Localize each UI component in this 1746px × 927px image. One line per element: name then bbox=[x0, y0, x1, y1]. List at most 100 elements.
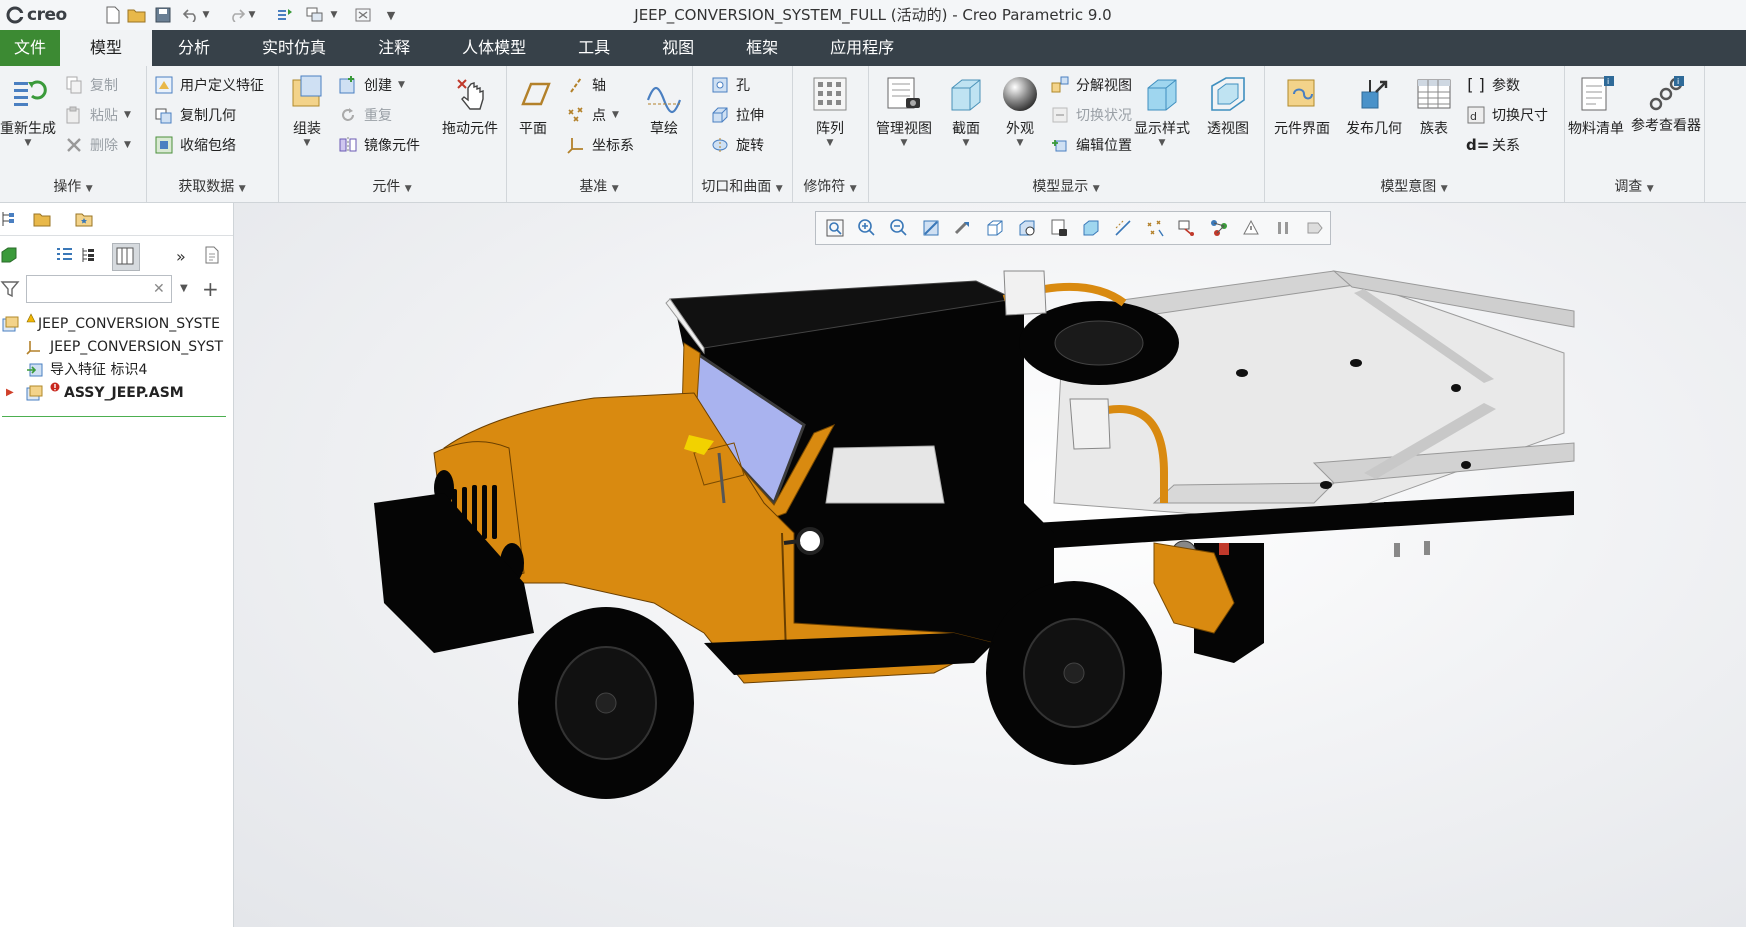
tree-item-assy-jeep[interactable]: ▶ ASSY_JEEP.ASM bbox=[0, 382, 230, 404]
jeep-model-render[interactable] bbox=[234, 203, 1746, 927]
parameters-button[interactable]: [ ] 参数 bbox=[1466, 74, 1520, 96]
group-label-operations[interactable]: 操作 ▼ bbox=[0, 176, 146, 196]
more-chevron-icon[interactable]: » bbox=[176, 247, 196, 267]
group-label-datum[interactable]: 基准 ▼ bbox=[506, 176, 692, 196]
graphics-viewport[interactable] bbox=[234, 203, 1746, 927]
tab-annotate[interactable]: 注释 bbox=[352, 30, 436, 66]
datum-display-filters-icon[interactable] bbox=[1140, 214, 1170, 242]
copy-button[interactable]: 复制 bbox=[64, 74, 118, 96]
revolve-button[interactable]: 旋转 bbox=[710, 134, 764, 156]
tree-item-csys[interactable]: JEEP_CONVERSION_SYST bbox=[0, 336, 230, 358]
create-dropdown-icon[interactable]: ▼ bbox=[398, 80, 405, 90]
favorites-tab-icon[interactable] bbox=[74, 209, 94, 229]
tree-item-import-feature[interactable]: 导入特征 标识4 bbox=[0, 359, 230, 381]
tab-live-simulation[interactable]: 实时仿真 bbox=[236, 30, 352, 66]
tree-layout-toggle-icon[interactable] bbox=[112, 243, 140, 271]
filter-funnel-icon[interactable] bbox=[0, 279, 20, 299]
tab-model[interactable]: 模型 bbox=[60, 30, 153, 66]
publish-geometry-button[interactable]: 发布几何 bbox=[1340, 74, 1408, 138]
display-style-view-icon[interactable] bbox=[1076, 214, 1106, 242]
delete-dropdown-icon[interactable]: ▼ bbox=[124, 140, 131, 150]
pattern-button[interactable]: 阵列 ▼ bbox=[806, 74, 854, 148]
pattern-dropdown-icon[interactable]: ▼ bbox=[827, 138, 834, 148]
mirror-component-button[interactable]: 镜像元件 bbox=[338, 134, 420, 156]
point-dropdown-icon[interactable]: ▼ bbox=[612, 110, 619, 120]
customize-quick-access-icon[interactable]: ▼ bbox=[380, 4, 402, 26]
point-button[interactable]: 点 ▼ bbox=[566, 104, 619, 126]
windows-icon[interactable] bbox=[304, 4, 326, 26]
tab-view[interactable]: 视图 bbox=[636, 30, 720, 66]
section-dropdown-icon[interactable]: ▼ bbox=[963, 138, 970, 148]
csys-button[interactable]: 坐标系 bbox=[566, 134, 634, 156]
redo-dropdown-icon[interactable]: ▼ bbox=[246, 4, 258, 26]
folder-browser-tab-icon[interactable] bbox=[32, 209, 52, 229]
hole-button[interactable]: 孔 bbox=[710, 74, 750, 96]
section-view-icon[interactable] bbox=[1108, 214, 1138, 242]
assemble-button[interactable]: 组装 ▼ bbox=[284, 74, 330, 148]
tree-filters-icon[interactable] bbox=[202, 245, 222, 265]
clear-search-icon[interactable]: ✕ bbox=[153, 281, 173, 301]
zoom-out-icon[interactable] bbox=[884, 214, 914, 242]
tab-applications[interactable]: 应用程序 bbox=[804, 30, 920, 66]
regenerate-button[interactable]: 重新生成 ▼ bbox=[0, 74, 56, 148]
open-folder-icon[interactable] bbox=[126, 4, 148, 26]
appearance-dropdown-icon[interactable]: ▼ bbox=[1017, 138, 1024, 148]
exploded-view-button[interactable]: 分解视图 bbox=[1050, 74, 1132, 96]
spin-center-display-icon[interactable] bbox=[1204, 214, 1234, 242]
section-button[interactable]: 截面 ▼ bbox=[940, 74, 992, 148]
tab-analysis[interactable]: 分析 bbox=[152, 30, 236, 66]
repaint-icon[interactable] bbox=[916, 214, 946, 242]
family-table-button[interactable]: 族表 bbox=[1408, 74, 1460, 138]
close-window-icon[interactable] bbox=[352, 4, 374, 26]
bom-button[interactable]: i 物料清单 bbox=[1564, 74, 1628, 138]
manage-views-button[interactable]: 管理视图 ▼ bbox=[872, 74, 936, 148]
perspective-view-button[interactable]: 透视图 bbox=[1198, 74, 1258, 138]
group-label-cut-surface[interactable]: 切口和曲面 ▼ bbox=[692, 176, 792, 196]
group-label-model-display[interactable]: 模型显示 ▼ bbox=[868, 176, 1264, 196]
search-dropdown-icon[interactable]: ▼ bbox=[180, 283, 200, 303]
assemble-dropdown-icon[interactable]: ▼ bbox=[304, 138, 311, 148]
tab-manikin[interactable]: 人体模型 bbox=[436, 30, 552, 66]
axis-button[interactable]: 轴 bbox=[566, 74, 606, 96]
model-tree-tab-icon[interactable] bbox=[0, 209, 20, 229]
tree-search-input[interactable] bbox=[26, 275, 172, 303]
plane-button[interactable]: 平面 bbox=[510, 74, 556, 138]
annotation-display-icon[interactable] bbox=[1172, 214, 1202, 242]
redo-icon[interactable] bbox=[226, 4, 248, 26]
zoom-in-icon[interactable] bbox=[852, 214, 882, 242]
toggle-status-button[interactable]: 切换状况 bbox=[1050, 104, 1132, 126]
display-style-button[interactable]: 显示样式 ▼ bbox=[1130, 74, 1194, 148]
edit-position-button[interactable]: 编辑位置 bbox=[1050, 134, 1132, 156]
manage-views-dropdown-icon[interactable]: ▼ bbox=[901, 138, 908, 148]
windows-dropdown-icon[interactable]: ▼ bbox=[328, 4, 340, 26]
refit-icon[interactable] bbox=[820, 214, 850, 242]
tree-item-root-assembly[interactable]: JEEP_CONVERSION_SYSTE bbox=[0, 313, 230, 335]
undo-dropdown-icon[interactable]: ▼ bbox=[200, 4, 212, 26]
regenerate-dropdown-icon[interactable]: ▼ bbox=[25, 138, 32, 148]
tree-settings-icon[interactable] bbox=[54, 245, 74, 265]
paste-dropdown-icon[interactable]: ▼ bbox=[124, 110, 131, 120]
undo-icon[interactable] bbox=[180, 4, 202, 26]
display-style-dropdown-icon[interactable]: ▼ bbox=[1159, 138, 1166, 148]
saved-orientations-icon[interactable] bbox=[980, 214, 1010, 242]
regenerate-quick-icon[interactable] bbox=[274, 4, 296, 26]
tab-file[interactable]: 文件 bbox=[0, 30, 61, 66]
add-column-plus-icon[interactable]: + bbox=[202, 279, 222, 299]
group-label-component[interactable]: 元件 ▼ bbox=[278, 176, 506, 196]
save-icon[interactable] bbox=[152, 4, 174, 26]
group-label-model-intent[interactable]: 模型意图 ▼ bbox=[1264, 176, 1564, 196]
view-manager-icon[interactable] bbox=[1012, 214, 1042, 242]
tab-tools[interactable]: 工具 bbox=[552, 30, 636, 66]
flip-icon[interactable] bbox=[1300, 214, 1330, 242]
paste-button[interactable]: 粘贴 ▼ bbox=[64, 104, 131, 126]
extrude-button[interactable]: 拉伸 bbox=[710, 104, 764, 126]
new-file-icon[interactable] bbox=[102, 4, 124, 26]
appearance-button[interactable]: 外观 ▼ bbox=[994, 74, 1046, 148]
tab-framework[interactable]: 框架 bbox=[720, 30, 804, 66]
udf-button[interactable]: 用户定义特征 bbox=[154, 74, 264, 96]
group-label-modifiers[interactable]: 修饰符 ▼ bbox=[792, 176, 868, 196]
expand-arrow-icon[interactable]: ▶ bbox=[6, 382, 14, 404]
repeat-button[interactable]: 重复 bbox=[338, 104, 392, 126]
spin-center-icon[interactable] bbox=[948, 214, 978, 242]
group-label-investigate[interactable]: 调查 ▼ bbox=[1564, 176, 1704, 196]
